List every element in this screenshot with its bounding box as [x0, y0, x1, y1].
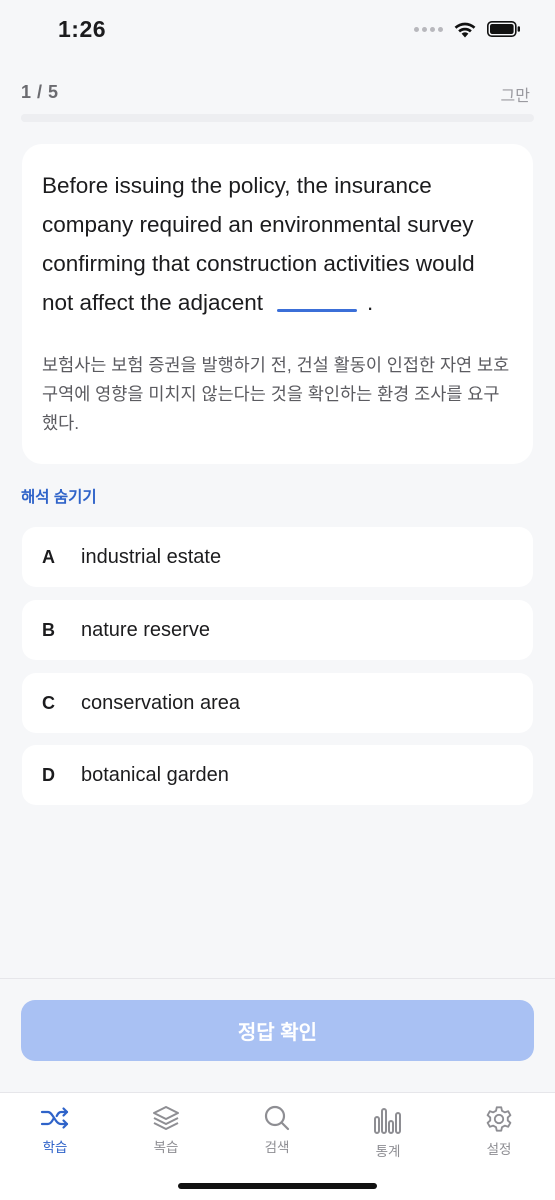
tab-review[interactable]: 복습 [126, 1105, 206, 1156]
cellular-signal-icon [414, 26, 443, 32]
progress-header: 1 / 5 그만 [21, 80, 534, 110]
tab-study[interactable]: 학습 [15, 1105, 95, 1156]
home-indicator [178, 1183, 377, 1189]
answer-blank [277, 308, 358, 312]
option-letter: A [42, 546, 55, 567]
question-line-last: not affect the adjacent. [42, 283, 522, 322]
question-line: confirming that construction activities … [42, 251, 475, 276]
tab-label: 설정 [486, 1142, 512, 1157]
tab-label: 검색 [264, 1140, 290, 1155]
screen: 1:26 1 / 5 그만 Before issuing the policy,… [0, 0, 555, 1200]
toggle-translation-button[interactable]: 해석 숨기기 [21, 485, 97, 507]
shuffle-icon [40, 1107, 69, 1129]
confirm-answer-button[interactable]: 정답 확인 [21, 1000, 534, 1061]
option-a[interactable]: A industrial estate [22, 527, 533, 587]
search-icon [264, 1105, 290, 1131]
option-letter: B [42, 619, 55, 640]
option-text: nature reserve [81, 618, 210, 641]
tab-stats[interactable]: 통계 [348, 1105, 428, 1160]
option-d[interactable]: D botanical garden [22, 745, 533, 805]
tab-settings[interactable]: 설정 [459, 1105, 539, 1158]
bar-chart-icon [374, 1108, 401, 1134]
option-letter: D [42, 764, 55, 785]
question-line: not affect the adjacent [42, 290, 264, 315]
status-time: 1:26 [58, 16, 107, 42]
question-card: Before issuing the policy, the insurance… [22, 144, 533, 464]
progress-bar [21, 114, 534, 122]
translation-text: 보험사는 보험 증권을 발행하기 전, 건설 활동이 인접한 자연 보호구역에 … [42, 355, 510, 433]
status-icons [414, 20, 521, 38]
tab-label: 복습 [153, 1140, 179, 1155]
option-b[interactable]: B nature reserve [22, 600, 533, 660]
tab-label: 통계 [375, 1144, 401, 1159]
tab-search[interactable]: 검색 [237, 1105, 317, 1156]
progress-counter: 1 / 5 [21, 82, 59, 102]
tab-label: 학습 [42, 1140, 68, 1155]
option-c[interactable]: C conservation area [22, 673, 533, 733]
progress-bar-fill [21, 114, 124, 122]
option-text: conservation area [81, 691, 240, 714]
question-line: Before issuing the policy, the insurance [42, 173, 432, 198]
gear-icon [486, 1106, 512, 1132]
option-letter: C [42, 692, 55, 713]
question-text: Before issuing the policy, the insurance… [42, 166, 522, 322]
question-line: company required an environmental survey [42, 212, 474, 237]
option-text: industrial estate [81, 545, 222, 568]
status-bar: 1:26 [0, 0, 555, 64]
wifi-icon [454, 22, 476, 38]
battery-icon [487, 21, 520, 37]
question-period: . [367, 290, 374, 315]
stop-button[interactable]: 그만 [501, 82, 530, 106]
option-text: botanical garden [81, 763, 229, 786]
layers-icon [153, 1106, 179, 1130]
